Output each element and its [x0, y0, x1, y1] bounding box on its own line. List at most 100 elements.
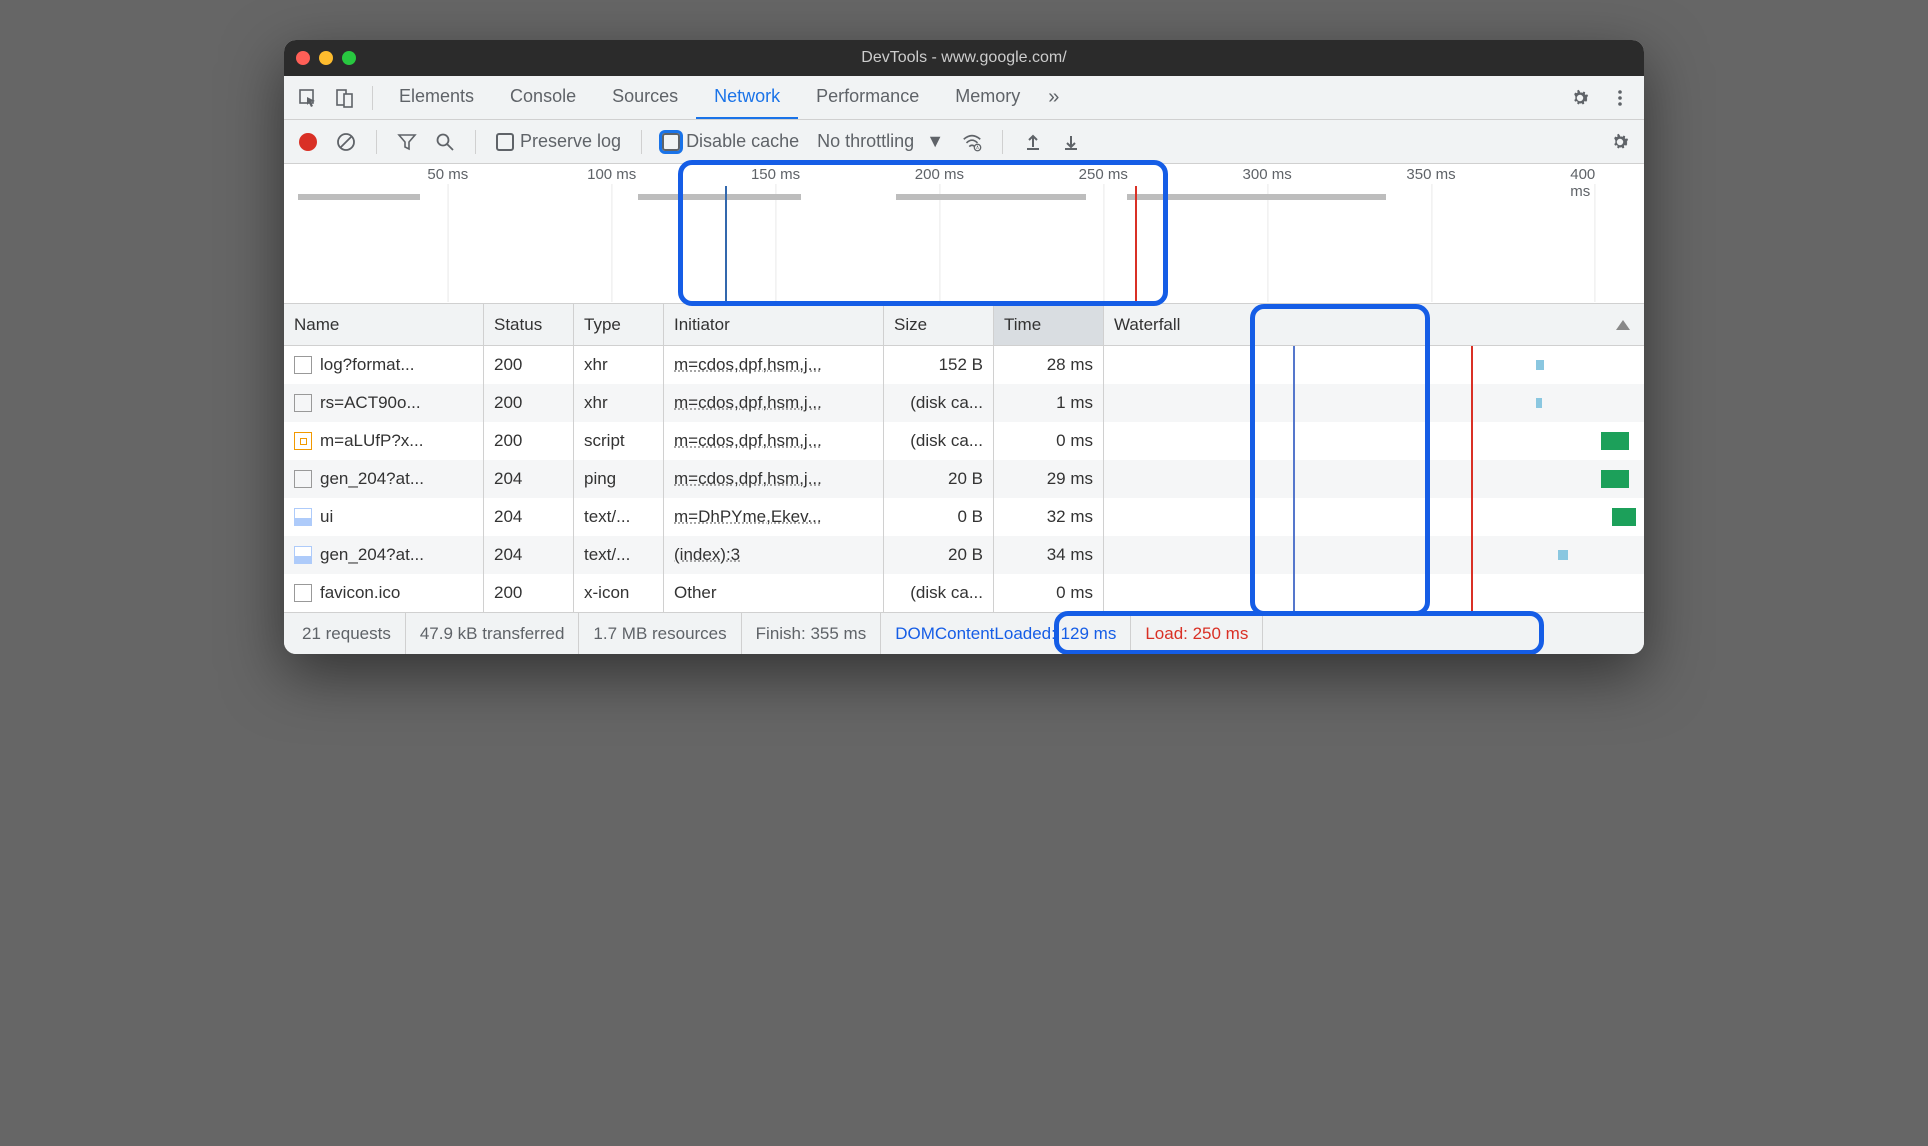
- filter-icon[interactable]: [391, 126, 423, 158]
- upload-icon[interactable]: [1017, 126, 1049, 158]
- request-name: ui: [320, 507, 333, 527]
- status-bar: 21 requests 47.9 kB transferred 1.7 MB r…: [284, 612, 1644, 654]
- cell-type: xhr: [574, 346, 664, 384]
- tab-memory[interactable]: Memory: [937, 76, 1038, 119]
- kebab-menu-icon[interactable]: [1604, 82, 1636, 114]
- cell-initiator[interactable]: m=cdos,dpf,hsm,j...: [664, 422, 884, 460]
- devtools-window: DevTools - www.google.com/ ElementsConso…: [284, 40, 1644, 654]
- chevron-down-icon: ▼: [926, 131, 944, 152]
- file-type-icon: [294, 508, 312, 526]
- table-row[interactable]: favicon.ico200x-iconOther(disk ca...0 ms: [284, 574, 1644, 612]
- cell-initiator[interactable]: (index):3: [664, 536, 884, 574]
- more-tabs-button[interactable]: »: [1038, 82, 1069, 114]
- cell-initiator[interactable]: m=cdos,dpf,hsm,j...: [664, 346, 884, 384]
- status-finish: Finish: 355 ms: [742, 613, 882, 654]
- throttling-select[interactable]: No throttling ▼: [811, 131, 950, 152]
- cell-type: ping: [574, 460, 664, 498]
- cell-status: 200: [484, 384, 574, 422]
- tick-label: 50 ms: [427, 166, 468, 183]
- col-name[interactable]: Name: [284, 304, 484, 345]
- status-transferred: 47.9 kB transferred: [406, 613, 580, 654]
- cell-waterfall: [1104, 536, 1644, 574]
- status-requests: 21 requests: [288, 613, 406, 654]
- close-icon[interactable]: [296, 51, 310, 65]
- cell-time: 34 ms: [994, 536, 1104, 574]
- cell-initiator[interactable]: m=cdos,dpf,hsm,j...: [664, 460, 884, 498]
- status-load: Load: 250 ms: [1131, 613, 1263, 654]
- cell-type: text/...: [574, 536, 664, 574]
- tab-elements[interactable]: Elements: [381, 76, 492, 119]
- table-row[interactable]: log?format... 200xhrm=cdos,dpf,hsm,j...15…: [284, 346, 1644, 384]
- request-name: m=aLUfP?x...: [320, 431, 423, 451]
- cell-initiator[interactable]: m=cdos,dpf,hsm,j...: [664, 384, 884, 422]
- download-icon[interactable]: [1055, 126, 1087, 158]
- request-name: gen_204?at...: [320, 545, 424, 565]
- tick-label: 300 ms: [1243, 166, 1292, 183]
- window-controls: [296, 51, 356, 65]
- panel-settings-icon[interactable]: [1604, 126, 1636, 158]
- cell-waterfall: [1104, 498, 1644, 536]
- network-conditions-icon[interactable]: [956, 126, 988, 158]
- cell-status: 200: [484, 346, 574, 384]
- settings-icon[interactable]: [1564, 82, 1596, 114]
- request-name: log?format...: [320, 355, 415, 375]
- table-row[interactable]: m=aLUfP?x...200scriptm=cdos,dpf,hsm,j...…: [284, 422, 1644, 460]
- cell-status: 200: [484, 574, 574, 612]
- table-row[interactable]: gen_204?at...204text/...(index):320 B34 …: [284, 536, 1644, 574]
- tab-sources[interactable]: Sources: [594, 76, 696, 119]
- preserve-log-checkbox[interactable]: Preserve log: [490, 131, 627, 152]
- file-type-icon: [294, 356, 312, 374]
- file-type-icon: [294, 432, 312, 450]
- cell-waterfall: [1104, 460, 1644, 498]
- col-size[interactable]: Size: [884, 304, 994, 345]
- cell-time: 32 ms: [994, 498, 1104, 536]
- preserve-log-label: Preserve log: [520, 131, 621, 152]
- table-row[interactable]: ui204text/...m=DhPYme,Ekev...0 B32 ms: [284, 498, 1644, 536]
- file-type-icon: [294, 394, 312, 412]
- cell-size: 152 B: [884, 346, 994, 384]
- table-header: Name Status Type Initiator Size Time Wat…: [284, 304, 1644, 346]
- tab-console[interactable]: Console: [492, 76, 594, 119]
- request-table: log?format...200xhrm=cdos,dpf,hsm,j...15…: [284, 346, 1644, 612]
- col-type[interactable]: Type: [574, 304, 664, 345]
- cell-status: 204: [484, 460, 574, 498]
- clear-icon[interactable]: [330, 126, 362, 158]
- cell-waterfall: [1104, 346, 1644, 384]
- timeline-overview[interactable]: 50 ms100 ms150 ms200 ms250 ms300 ms350 m…: [284, 164, 1644, 304]
- col-waterfall[interactable]: Waterfall: [1104, 304, 1644, 345]
- cell-waterfall: [1104, 574, 1644, 612]
- file-type-icon: [294, 546, 312, 564]
- col-time[interactable]: Time: [994, 304, 1104, 345]
- status-resources: 1.7 MB resources: [579, 613, 741, 654]
- search-icon[interactable]: [429, 126, 461, 158]
- cell-type: x-icon: [574, 574, 664, 612]
- cell-time: 0 ms: [994, 574, 1104, 612]
- panel-tabs: ElementsConsoleSourcesNetworkPerformance…: [381, 76, 1038, 119]
- cell-time: 1 ms: [994, 384, 1104, 422]
- sort-arrow-icon: [1616, 320, 1630, 330]
- cell-initiator[interactable]: m=DhPYme,Ekev...: [664, 498, 884, 536]
- disable-cache-checkbox[interactable]: Disable cache: [656, 131, 805, 152]
- maximize-icon[interactable]: [342, 51, 356, 65]
- cell-size: 20 B: [884, 460, 994, 498]
- record-button[interactable]: [292, 126, 324, 158]
- tab-performance[interactable]: Performance: [798, 76, 937, 119]
- cell-size: (disk ca...: [884, 574, 994, 612]
- device-toggle-icon[interactable]: [328, 82, 360, 114]
- window-title: DevTools - www.google.com/: [284, 49, 1644, 67]
- file-type-icon: [294, 584, 312, 602]
- cell-waterfall: [1104, 384, 1644, 422]
- table-row[interactable]: gen_204?at...204pingm=cdos,dpf,hsm,j...2…: [284, 460, 1644, 498]
- tab-network[interactable]: Network: [696, 76, 798, 119]
- cell-size: 20 B: [884, 536, 994, 574]
- request-name: favicon.ico: [320, 583, 400, 603]
- disable-cache-label: Disable cache: [686, 131, 799, 152]
- col-initiator[interactable]: Initiator: [664, 304, 884, 345]
- inspect-icon[interactable]: [292, 82, 324, 114]
- minimize-icon[interactable]: [319, 51, 333, 65]
- table-row[interactable]: rs=ACT90o...200xhrm=cdos,dpf,hsm,j...(di…: [284, 384, 1644, 422]
- cell-size: 0 B: [884, 498, 994, 536]
- col-status[interactable]: Status: [484, 304, 574, 345]
- tick-label: 200 ms: [915, 166, 964, 183]
- cell-type: xhr: [574, 384, 664, 422]
